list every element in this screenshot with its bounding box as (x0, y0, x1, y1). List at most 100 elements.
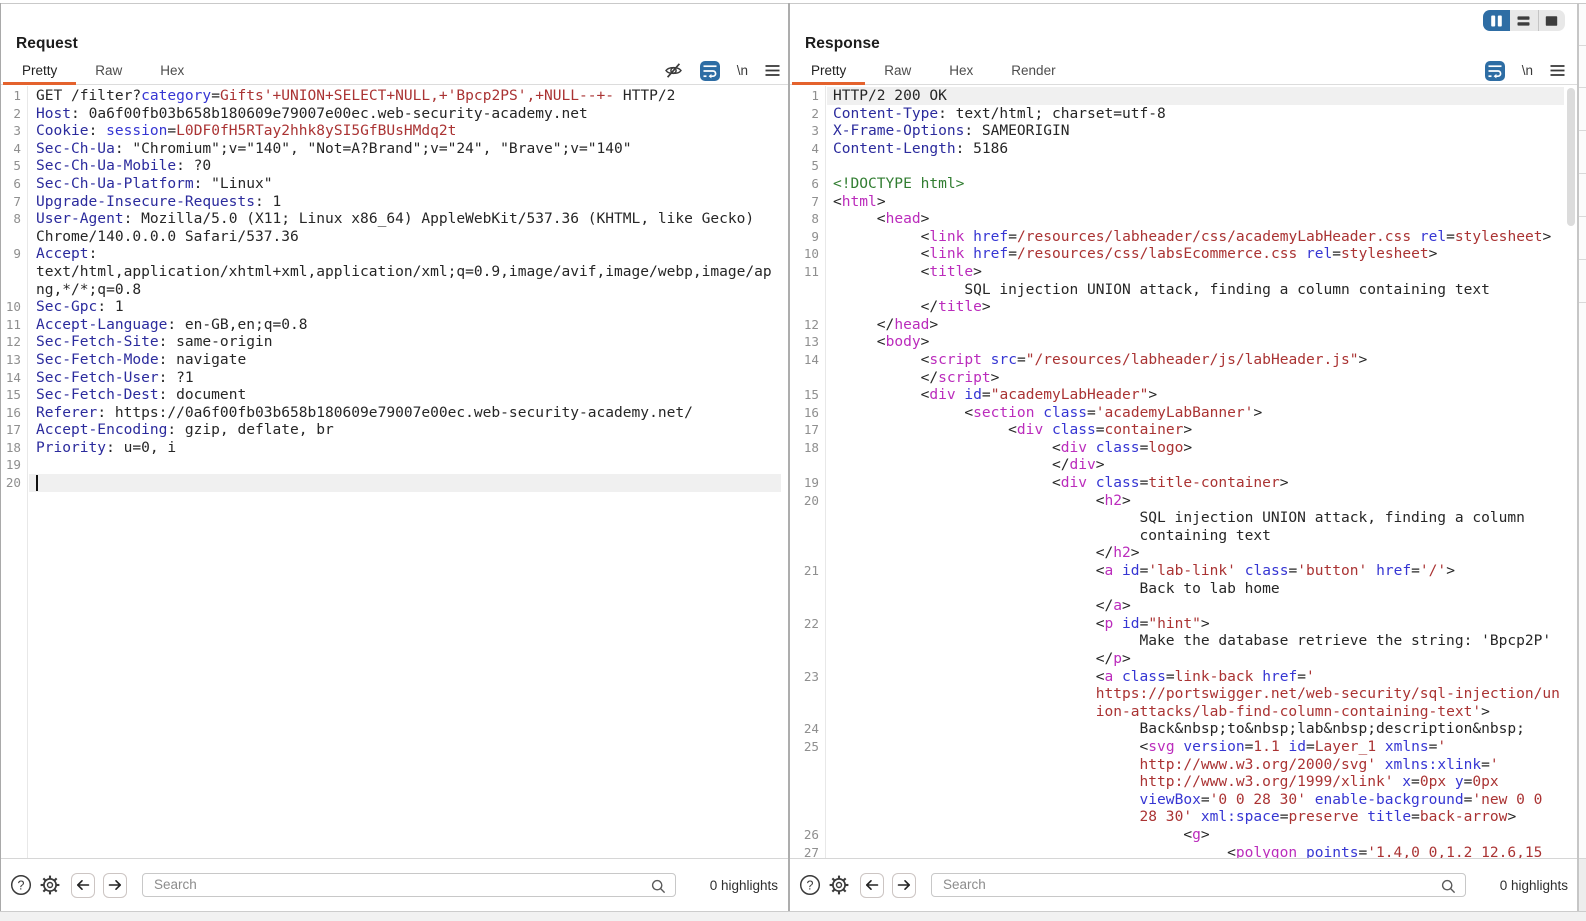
search-input[interactable]: Search (931, 873, 1466, 897)
code-row: X-Frame-Options: SAMEORIGIN (833, 122, 1560, 140)
line-number (790, 703, 819, 721)
search-help-icon[interactable]: ? (10, 874, 32, 896)
code-row: SQL injection UNION attack, finding a co… (833, 281, 1560, 299)
line-number (790, 544, 819, 562)
inspector-section-divider (1579, 130, 1586, 131)
request-panel: Request Pretty Raw Hex \n (1, 4, 788, 911)
code-row: Sec-Fetch-Dest: document (36, 386, 772, 404)
code-row: <script src="/resources/labheader/js/lab… (833, 351, 1560, 369)
line-number: 22 (790, 615, 819, 633)
search-magnifier-icon (1440, 878, 1457, 900)
code-row: Content-Length: 5186 (833, 140, 1560, 158)
response-panel: Response Pretty Raw Hex Render \n (790, 4, 1578, 911)
tab-request-hex[interactable]: Hex (141, 56, 203, 84)
line-number: 18 (1, 439, 21, 457)
inspector-section-divider (1579, 45, 1586, 46)
highlights-count: 0 highlights (694, 878, 778, 893)
line-number (1, 228, 21, 246)
svg-text:?: ? (18, 878, 25, 892)
newline-chars-icon[interactable]: \n (737, 63, 748, 78)
search-help-icon[interactable]: ? (799, 874, 821, 896)
code-row: GET /filter?category=Gifts'+UNION+SELECT… (36, 87, 772, 105)
line-number: 16 (790, 404, 819, 422)
line-number: 2 (790, 105, 819, 123)
code-row: Content-Type: text/html; charset=utf-8 (833, 105, 1560, 123)
tab-request-pretty[interactable]: Pretty (3, 56, 76, 84)
code-row: SQL injection UNION attack, finding a co… (833, 509, 1560, 527)
line-number: 9 (790, 228, 819, 246)
search-input[interactable]: Search (142, 873, 676, 897)
inspector-strip-footer (1579, 858, 1586, 911)
line-number: 19 (1, 456, 21, 474)
code-row: Cookie: session=L0DF0fH5RTay2hhk8ySI5GfB… (36, 122, 772, 140)
columns-layout-button[interactable] (1483, 10, 1510, 31)
tab-response-render[interactable]: Render (992, 56, 1074, 84)
search-next-button[interactable] (103, 873, 127, 898)
line-number (790, 650, 819, 668)
search-settings-gear-icon[interactable] (39, 874, 61, 896)
vertical-scrollbar[interactable] (1567, 88, 1575, 226)
line-number (790, 773, 819, 791)
code-row: <title> (833, 263, 1560, 281)
search-prev-button[interactable] (71, 873, 95, 898)
rows-layout-button[interactable] (1510, 10, 1537, 31)
line-number (1, 263, 21, 281)
search-prev-button[interactable] (860, 873, 884, 898)
menu-icon[interactable] (765, 64, 780, 77)
code-row (36, 456, 772, 474)
code-row: User-Agent: Mozilla/5.0 (X11; Linux x86_… (36, 210, 772, 228)
line-number: 20 (1, 474, 21, 492)
tab-response-hex[interactable]: Hex (930, 56, 992, 84)
code-row: Sec-Ch-Ua-Platform: "Linux" (36, 175, 772, 193)
code-row: <a class=link-back href=' (833, 668, 1560, 686)
tab-response-raw[interactable]: Raw (865, 56, 930, 84)
code-row: <link href=/resources/css/labsEcommerce.… (833, 245, 1560, 263)
word-wrap-icon[interactable] (1485, 61, 1505, 81)
hide-matches-eye-icon[interactable] (664, 61, 683, 80)
code-row: <body> (833, 333, 1560, 351)
tab-request-raw[interactable]: Raw (76, 56, 141, 84)
tab-response-pretty[interactable]: Pretty (792, 56, 865, 84)
line-number: 4 (790, 140, 819, 158)
status-strip (0, 911, 1586, 921)
single-layout-button[interactable] (1538, 10, 1565, 31)
line-number: 13 (790, 333, 819, 351)
line-number (790, 791, 819, 809)
line-number: 8 (1, 210, 21, 228)
inspector-collapsed-strip (1579, 4, 1586, 858)
response-searchbar: ? Searc (790, 858, 1578, 911)
line-number (790, 456, 819, 474)
code-row: <div id="academyLabHeader"> (833, 386, 1560, 404)
code-row: <polygon points='1.4,0 0,1.2 12.6,15 (833, 844, 1560, 858)
code-row: <div class=title-container> (833, 474, 1560, 492)
request-editor[interactable]: 1234567891011121314151617181920 GET /fil… (1, 86, 788, 858)
code-row: <div class=container> (833, 421, 1560, 439)
line-number: 3 (1, 122, 21, 140)
text-caret (36, 475, 38, 492)
code-row: Back to lab home (833, 580, 1560, 598)
line-number: 15 (1, 386, 21, 404)
line-number: 5 (1, 157, 21, 175)
line-number: 14 (790, 351, 819, 369)
highlights-count: 0 highlights (1484, 878, 1568, 893)
code-row: 28 30' xml:space=preserve title=back-arr… (833, 808, 1560, 826)
newline-chars-icon[interactable]: \n (1522, 63, 1533, 78)
code-row: Make the database retrieve the string: '… (833, 632, 1560, 650)
line-number (790, 527, 819, 545)
code-row: Sec-Fetch-Mode: navigate (36, 351, 772, 369)
code-row: http://www.w3.org/2000/svg' xmlns:xlink=… (833, 756, 1560, 774)
search-settings-gear-icon[interactable] (828, 874, 850, 896)
word-wrap-icon[interactable] (700, 61, 720, 81)
search-next-button[interactable] (892, 873, 916, 898)
search-placeholder: Search (154, 877, 197, 892)
request-tabbar: Pretty Raw Hex \n (1, 56, 788, 85)
line-number: 12 (790, 316, 819, 334)
code-row: </h2> (833, 544, 1560, 562)
inspector-section-divider (1579, 216, 1586, 217)
line-number: 13 (1, 351, 21, 369)
line-number: 14 (1, 369, 21, 387)
menu-icon[interactable] (1550, 64, 1565, 77)
response-editor[interactable]: 1234567891011121314151617181920212223242… (790, 86, 1578, 858)
line-number (790, 685, 819, 703)
line-number: 1 (790, 87, 819, 105)
